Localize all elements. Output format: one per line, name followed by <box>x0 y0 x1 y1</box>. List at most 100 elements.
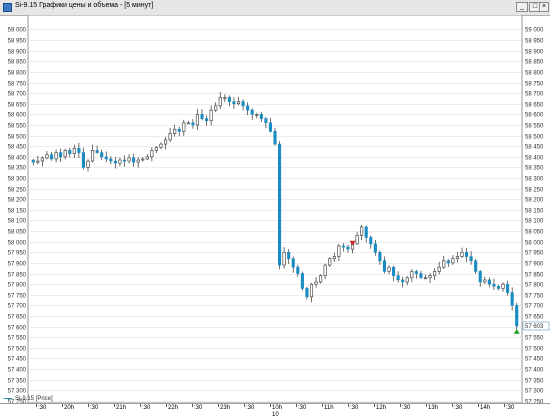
y-tick-label-left: 58 700 <box>8 92 27 98</box>
time-label: :30 <box>402 405 411 411</box>
time-label: :30 <box>298 405 307 411</box>
candle-body <box>309 283 314 298</box>
time-tick <box>36 404 37 407</box>
time-axis[interactable]: :30 20h:30 21h:30 22h:30 23h:30 10h:30 11h:30 1… <box>0 403 550 420</box>
candle-body <box>72 148 76 154</box>
candle-body <box>296 266 300 274</box>
candle-body <box>346 246 350 250</box>
candle-body <box>419 273 423 279</box>
title-bar[interactable]: Si-9.15 Графики цены и объема - [5 минут… <box>0 0 550 16</box>
candle-body <box>45 154 49 159</box>
candle-body <box>405 277 409 283</box>
y-tick-label-left: 57 500 <box>8 347 27 353</box>
candle-body <box>360 226 364 236</box>
candle-body <box>182 122 186 132</box>
candle-body <box>118 159 122 164</box>
candle-body <box>278 143 282 266</box>
y-tick-label-left: 58 750 <box>8 82 27 88</box>
candle-body <box>314 281 318 285</box>
time-tick <box>426 404 427 407</box>
y-tick-label-right: 58 350 <box>525 166 544 172</box>
time-label: :30 <box>142 405 151 411</box>
candle-body <box>100 152 104 158</box>
y-tick-label-left: 58 300 <box>8 177 27 183</box>
candle-body <box>287 252 291 259</box>
candle-body <box>54 152 58 160</box>
candlestick-chart[interactable]: 57 250 57 25057 300 57 30057 350 57 35057 4… <box>0 15 550 403</box>
y-tick-label-right: 58 700 <box>525 92 544 98</box>
candle-body <box>154 146 158 151</box>
candle-body <box>464 252 469 257</box>
candle-body <box>163 139 168 145</box>
time-label: 21h <box>116 405 127 411</box>
y-tick-label-left: 57 750 <box>8 294 27 300</box>
candle-body <box>305 288 309 298</box>
y-tick-label-left: 57 550 <box>8 336 27 342</box>
candle-body <box>319 275 323 283</box>
candle-body <box>410 271 414 279</box>
candle-body <box>332 256 336 259</box>
time-tick <box>114 404 115 407</box>
y-tick-label-right: 58 800 <box>525 71 544 77</box>
y-tick-label-right: 57 550 <box>525 336 544 342</box>
candle-body <box>223 97 227 99</box>
y-tick-label-left: 57 800 <box>8 283 27 289</box>
y-tick-label-left: 58 650 <box>8 103 27 109</box>
legend: Si-9.15 [Price] <box>4 396 53 402</box>
time-label: 13h <box>428 405 439 411</box>
candle-body <box>150 150 154 158</box>
time-tick <box>218 404 219 407</box>
y-tick-label-right: 58 750 <box>525 82 544 88</box>
y-tick-label-left: 58 400 <box>8 156 27 162</box>
y-tick-label-right: 58 050 <box>525 230 544 236</box>
y-tick-label-right: 57 450 <box>525 357 544 363</box>
candle-body <box>442 260 446 268</box>
candle-body <box>501 283 505 289</box>
candle-body <box>141 158 145 161</box>
y-tick-label-right: 58 450 <box>525 145 544 151</box>
y-tick-label-right: 58 600 <box>525 113 544 119</box>
y-tick-label-right: 58 500 <box>525 135 544 141</box>
candle-body <box>300 273 304 289</box>
minimize-button[interactable]: _ <box>516 2 528 12</box>
candle-body <box>255 114 259 116</box>
time-tick <box>244 404 245 407</box>
candle-body <box>214 105 218 111</box>
close-button[interactable]: × <box>539 2 549 12</box>
candle-body <box>433 271 437 276</box>
candle-body <box>81 152 86 168</box>
y-tick-label-right: 58 100 <box>525 219 544 225</box>
y-tick-label-left: 58 550 <box>8 124 27 130</box>
candle-body <box>177 128 181 132</box>
y-tick-label-left: 58 900 <box>8 50 27 56</box>
candle-body <box>328 258 332 266</box>
y-tick-label-right: 58 550 <box>525 124 544 130</box>
y-tick-label-right: 57 300 <box>525 389 544 395</box>
candle-body <box>506 283 510 293</box>
candle-body <box>218 97 222 107</box>
y-tick-label-left: 57 700 <box>8 304 27 310</box>
candle-body <box>382 260 387 272</box>
y-tick-label-right: 57 400 <box>525 368 544 374</box>
candle-body <box>49 154 54 160</box>
candle-body <box>401 279 405 283</box>
time-tick <box>62 404 63 407</box>
y-tick-label-right: 57 850 <box>525 273 544 279</box>
candle-body <box>291 258 295 268</box>
y-tick-label-left: 58 500 <box>8 135 27 141</box>
candle-body <box>259 114 263 119</box>
candle-body <box>122 159 127 162</box>
candle-body <box>246 105 250 111</box>
time-label: 20h <box>64 405 75 411</box>
candle-body <box>460 252 464 257</box>
time-tick <box>88 404 89 407</box>
time-label: :30 <box>90 405 99 411</box>
time-label: 11h <box>324 405 334 411</box>
time-tick <box>374 404 375 407</box>
application-window: Si-9.15 Графики цены и объема - [5 минут… <box>0 0 550 420</box>
y-tick-label-left: 58 050 <box>8 230 27 236</box>
candle-body <box>186 122 190 125</box>
y-tick-label-right: 57 900 <box>525 262 544 268</box>
time-label: 10h <box>272 405 283 411</box>
candle-body <box>487 279 491 285</box>
